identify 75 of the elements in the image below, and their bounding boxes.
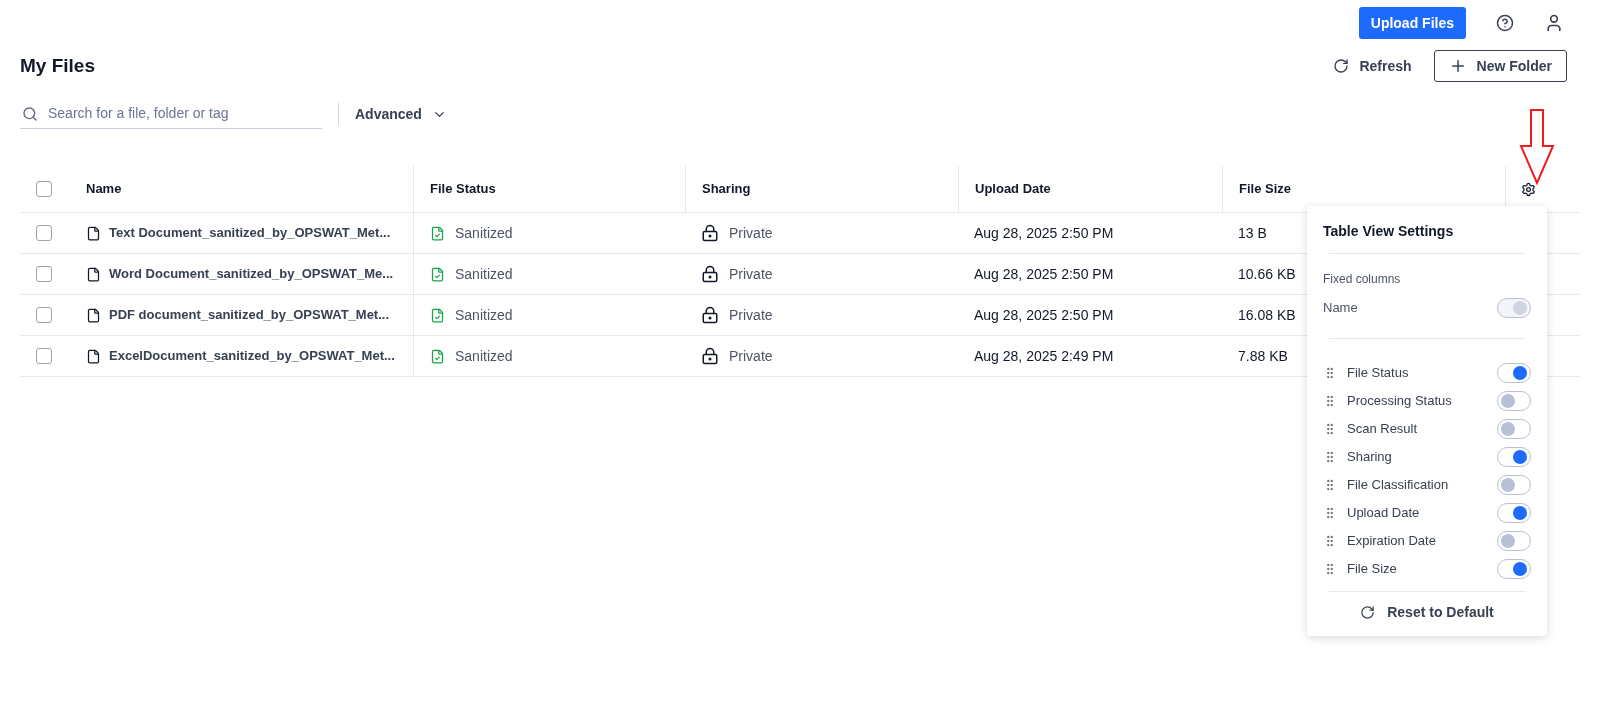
reset-default-button[interactable]: Reset to Default [1360, 600, 1494, 624]
column-label: File Classification [1347, 476, 1450, 495]
column-label: Processing Status [1347, 392, 1453, 411]
toggle-switch[interactable] [1497, 419, 1531, 439]
file-check-icon [430, 348, 445, 364]
upload-files-button[interactable]: Upload Files [1358, 7, 1466, 39]
search-icon [22, 105, 38, 122]
column-label: Scan Result [1347, 420, 1419, 439]
user-icon[interactable] [1544, 13, 1564, 33]
file-name[interactable]: Word Document_sanitized_by_OPSWAT_Me... [109, 264, 394, 284]
popover-title: Table View Settings [1323, 222, 1455, 241]
upload-date: Aug 28, 2025 2:50 PM [974, 225, 1114, 241]
toggle-switch[interactable] [1497, 531, 1531, 551]
toggle-switch[interactable] [1497, 447, 1531, 467]
column-label: File Status [1347, 364, 1410, 383]
file-size: 16.08 KB [1238, 307, 1296, 323]
row-checkbox[interactable] [36, 225, 52, 241]
toggle-switch[interactable] [1497, 363, 1531, 383]
lock-icon [701, 347, 719, 365]
sharing-text: Private [729, 305, 773, 325]
sharing-text: Private [729, 264, 773, 284]
file-name[interactable]: ExcelDocument_sanitized_by_OPSWAT_Met... [109, 346, 395, 366]
column-header[interactable]: File Size [1239, 179, 1292, 199]
lock-icon [701, 306, 719, 324]
toggle-switch[interactable] [1497, 391, 1531, 411]
toggle-switch[interactable] [1497, 559, 1531, 579]
toggle-switch[interactable] [1497, 475, 1531, 495]
column-label: Upload Date [1347, 504, 1421, 523]
row-checkbox[interactable] [36, 266, 52, 282]
column-label: File Size [1347, 560, 1398, 579]
status-text: Sanitized [455, 346, 513, 366]
file-size: 7.88 KB [1238, 348, 1288, 364]
file-icon [86, 266, 101, 282]
column-label: Name [1323, 299, 1358, 318]
annotation-arrow-icon [1518, 108, 1556, 186]
column-header[interactable]: Sharing [702, 179, 751, 199]
help-icon[interactable] [1496, 14, 1514, 32]
file-check-icon [430, 266, 445, 282]
file-name[interactable]: Text Document_sanitized_by_OPSWAT_Met... [109, 223, 391, 243]
column-header[interactable]: Upload Date [975, 179, 1051, 199]
search-input[interactable]: Search for a file, folder or tag [48, 103, 322, 124]
file-icon [86, 307, 101, 323]
file-check-icon [430, 225, 445, 241]
status-text: Sanitized [455, 264, 513, 284]
row-checkbox[interactable] [36, 348, 52, 364]
file-name[interactable]: PDF document_sanitized_by_OPSWAT_Met... [109, 305, 390, 325]
upload-date: Aug 28, 2025 2:50 PM [974, 307, 1114, 323]
lock-icon [701, 265, 719, 283]
refresh-button[interactable]: Refresh [1331, 50, 1414, 82]
settings-icon[interactable] [1520, 181, 1536, 197]
sharing-text: Private [729, 346, 773, 366]
section-label: Fixed columns [1323, 271, 1402, 288]
lock-icon [701, 224, 719, 242]
upload-date: Aug 28, 2025 2:50 PM [974, 266, 1114, 282]
sharing-text: Private [729, 223, 773, 243]
upload-date: Aug 28, 2025 2:49 PM [974, 348, 1114, 364]
column-header[interactable]: Name [86, 179, 122, 199]
reset-icon [1360, 604, 1376, 620]
row-checkbox[interactable] [36, 307, 52, 323]
page-title: My Files [20, 53, 95, 78]
column-label: Expiration Date [1347, 532, 1437, 551]
file-check-icon [430, 307, 445, 323]
status-text: Sanitized [455, 305, 513, 325]
file-icon [86, 348, 101, 364]
select-all-checkbox[interactable] [36, 181, 52, 197]
advanced-dropdown[interactable]: Advanced [355, 103, 447, 125]
file-size: 13 B [1238, 225, 1267, 241]
refresh-icon [1333, 58, 1350, 74]
file-icon [86, 225, 101, 241]
status-text: Sanitized [455, 223, 513, 243]
new-folder-button[interactable]: New Folder [1433, 50, 1567, 82]
file-size: 10.66 KB [1238, 266, 1296, 282]
column-label: Sharing [1347, 448, 1393, 467]
column-header[interactable]: File Status [430, 179, 496, 199]
toggle-switch[interactable] [1497, 503, 1531, 523]
